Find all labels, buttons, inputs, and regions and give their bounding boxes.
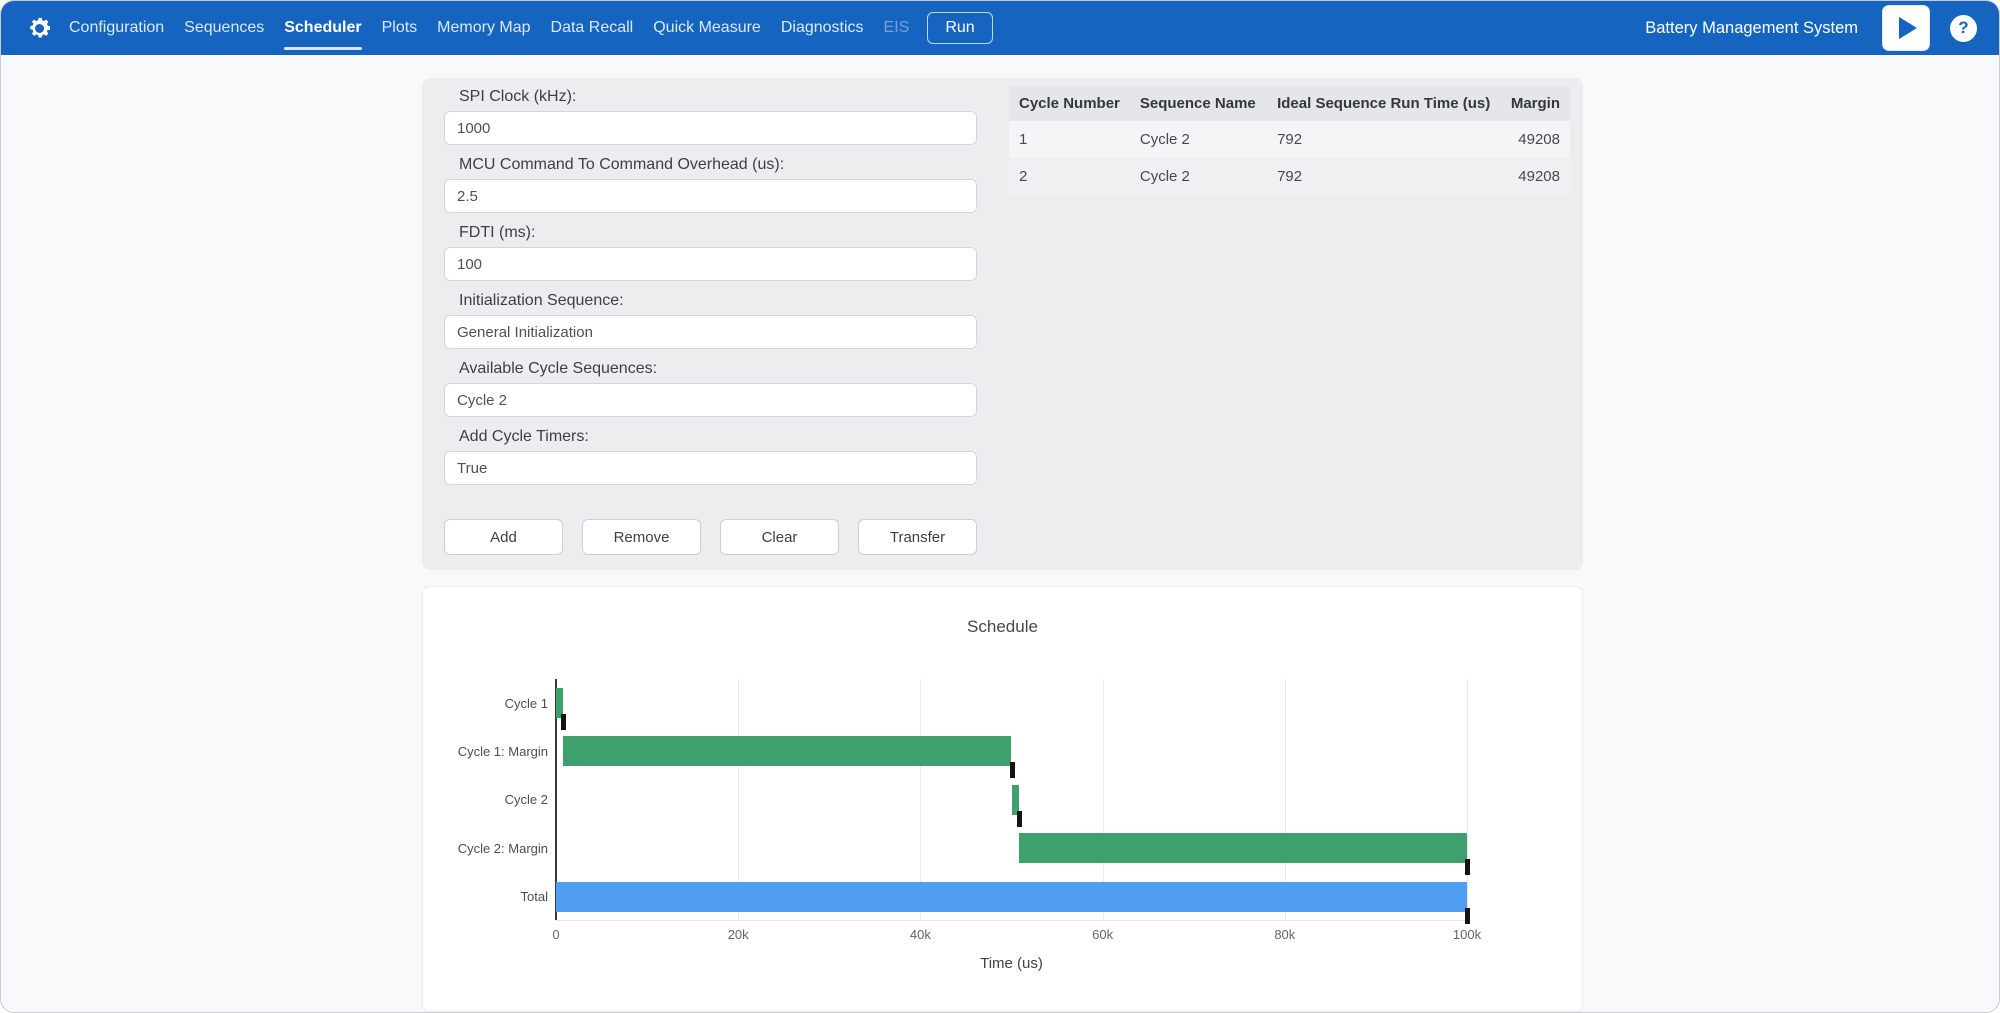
- x-tick-label: 0: [552, 927, 559, 942]
- x-axis-ticks: 020k40k60k80k100k: [556, 927, 1467, 945]
- col-header-cycle-number: Cycle Number: [1009, 86, 1130, 121]
- nav-item-sequences[interactable]: Sequences: [184, 1, 264, 55]
- form-field-add-cycle-timers: Add Cycle Timers:: [444, 428, 977, 485]
- x-tick-label: 60k: [1092, 927, 1113, 942]
- x-tick-label: 80k: [1274, 927, 1295, 942]
- nav-item-data-recall[interactable]: Data Recall: [551, 1, 634, 55]
- nav-item-quick-measure[interactable]: Quick Measure: [653, 1, 761, 55]
- remove-button[interactable]: Remove: [582, 519, 701, 555]
- table-cell: 49208: [1501, 158, 1570, 195]
- schedule-chart-card: Schedule Cycle 1Cycle 1: MarginCycle 2Cy…: [422, 586, 1583, 1012]
- form-button-row: Add Remove Clear Transfer: [444, 519, 977, 555]
- table-cell: 792: [1267, 158, 1501, 195]
- table-cell: 792: [1267, 121, 1501, 158]
- chart-bar-cycle-1-margin: [563, 736, 1011, 766]
- x-tick-label: 100k: [1453, 927, 1481, 942]
- table-cell: 2: [1009, 158, 1130, 195]
- bar-end-marker: [1010, 762, 1015, 778]
- field-label: FDTI (ms):: [459, 224, 977, 242]
- play-button[interactable]: [1882, 5, 1930, 51]
- y-category-label: Cycle 2: [505, 776, 548, 824]
- scheduler-form: SPI Clock (kHz): MCU Command To Command O…: [444, 88, 977, 496]
- form-field-spi-clock-khz: SPI Clock (kHz):: [444, 88, 977, 145]
- play-icon: [1899, 17, 1917, 39]
- table-cell: 1: [1009, 121, 1130, 158]
- y-category-label: Cycle 2: Margin: [458, 824, 548, 872]
- x-tick-label: 40k: [910, 927, 931, 942]
- nav-item-configuration[interactable]: Configuration: [69, 1, 164, 55]
- col-header-margin: Margin: [1501, 86, 1570, 121]
- form-field-fdti-ms: FDTI (ms):: [444, 224, 977, 281]
- nav-item-memory-map[interactable]: Memory Map: [437, 1, 530, 55]
- chart-row-cycle-1: Cycle 1: [556, 679, 1467, 727]
- field-input-initialization-sequence[interactable]: [444, 315, 977, 349]
- table-row[interactable]: 1Cycle 279249208: [1009, 121, 1570, 158]
- field-label: MCU Command To Command Overhead (us):: [459, 156, 977, 174]
- bar-end-marker: [1465, 859, 1470, 875]
- table-cell: 49208: [1501, 121, 1570, 158]
- gridline: [1467, 679, 1468, 920]
- field-label: Initialization Sequence:: [459, 292, 977, 310]
- col-header-ideal-sequence-run-time-us: Ideal Sequence Run Time (us): [1267, 86, 1501, 121]
- bar-end-marker: [1017, 811, 1022, 827]
- chart-bar-total: [556, 882, 1467, 912]
- y-category-label: Cycle 1: Margin: [458, 727, 548, 775]
- x-axis-label: Time (us): [556, 955, 1467, 972]
- field-label: Add Cycle Timers:: [459, 428, 977, 446]
- x-tick-label: 20k: [728, 927, 749, 942]
- nav-item-eis[interactable]: EIS: [884, 1, 910, 55]
- top-nav: Configuration Sequences Scheduler Plots Memo…: [1, 1, 1999, 55]
- main-content: SPI Clock (kHz): MCU Command To Command O…: [1, 55, 1999, 1013]
- table-cell: Cycle 2: [1130, 158, 1267, 195]
- bar-end-marker: [1465, 908, 1470, 924]
- chart-row-total: Total: [556, 873, 1467, 921]
- transfer-button[interactable]: Transfer: [858, 519, 977, 555]
- col-header-sequence-name: Sequence Name: [1130, 86, 1267, 121]
- form-field-mcu-command-to-command-overhead-us: MCU Command To Command Overhead (us):: [444, 156, 977, 213]
- cycle-table-container: Cycle NumberSequence NameIdeal Sequence …: [1009, 86, 1570, 195]
- form-field-initialization-sequence: Initialization Sequence:: [444, 292, 977, 349]
- scheduler-config-panel: SPI Clock (kHz): MCU Command To Command O…: [422, 78, 1583, 570]
- field-input-fdti-ms[interactable]: [444, 247, 977, 281]
- chart-row-cycle-2: Cycle 2: [556, 776, 1467, 824]
- gear-icon[interactable]: [23, 12, 55, 44]
- field-label: Available Cycle Sequences:: [459, 360, 977, 378]
- field-input-spi-clock-khz[interactable]: [444, 111, 977, 145]
- run-button[interactable]: Run: [927, 12, 992, 44]
- bar-end-marker: [561, 714, 566, 730]
- schedule-gantt-plot: Cycle 1Cycle 1: MarginCycle 2Cycle 2: Ma…: [556, 679, 1467, 921]
- add-button[interactable]: Add: [444, 519, 563, 555]
- form-field-available-cycle-sequences: Available Cycle Sequences:: [444, 360, 977, 417]
- field-input-mcu-command-to-command-overhead-us[interactable]: [444, 179, 977, 213]
- nav-item-diagnostics[interactable]: Diagnostics: [781, 1, 864, 55]
- chart-title: Schedule: [423, 617, 1582, 637]
- chart-row-cycle-1-margin: Cycle 1: Margin: [556, 727, 1467, 775]
- app-title: Battery Management System: [1645, 19, 1858, 38]
- app-window: Configuration Sequences Scheduler Plots Memo…: [0, 0, 2000, 1013]
- clear-button[interactable]: Clear: [720, 519, 839, 555]
- cycle-table: Cycle NumberSequence NameIdeal Sequence …: [1009, 86, 1570, 195]
- nav-item-plots[interactable]: Plots: [382, 1, 418, 55]
- y-category-label: Total: [521, 873, 548, 921]
- field-label: SPI Clock (kHz):: [459, 88, 977, 106]
- table-cell: Cycle 2: [1130, 121, 1267, 158]
- nav-item-scheduler[interactable]: Scheduler: [284, 1, 361, 55]
- y-category-label: Cycle 1: [505, 679, 548, 727]
- chart-row-cycle-2-margin: Cycle 2: Margin: [556, 824, 1467, 872]
- field-input-available-cycle-sequences[interactable]: [444, 383, 977, 417]
- chart-bar-cycle-2-margin: [1019, 833, 1467, 863]
- table-row[interactable]: 2Cycle 279249208: [1009, 158, 1570, 195]
- nav-menu: Configuration Sequences Scheduler Plots Memo…: [69, 1, 909, 55]
- field-input-add-cycle-timers[interactable]: [444, 451, 977, 485]
- help-icon[interactable]: ?: [1950, 15, 1977, 42]
